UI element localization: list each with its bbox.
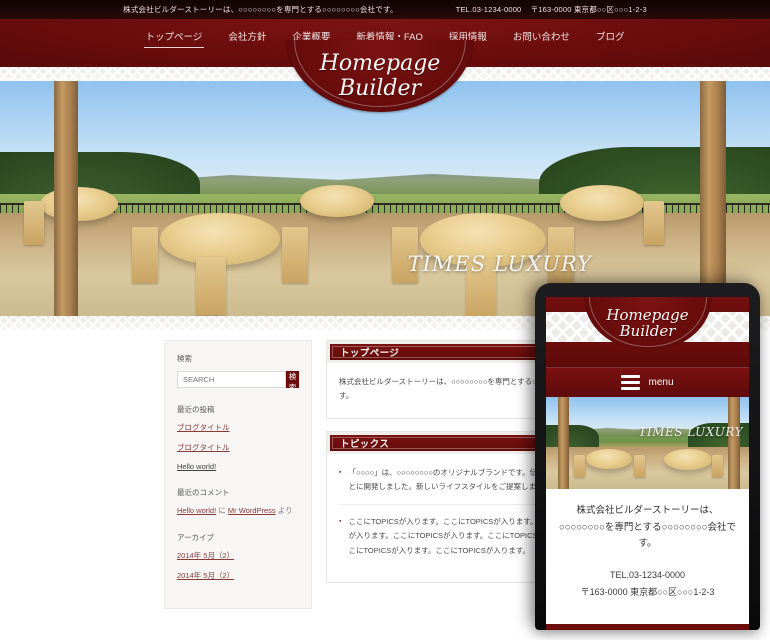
nav-item-blog[interactable]: ブログ (594, 27, 627, 47)
hero-chair (644, 201, 664, 245)
mobile-body: 株式会社ビルダーストーリーは、○○○○○○○○を専門とする○○○○○○○○会社で… (546, 489, 749, 610)
mobile-logo-line-2: Builder (619, 322, 676, 340)
nav-item-toppage[interactable]: トップページ (143, 27, 205, 48)
hero-wooden-post (54, 81, 78, 316)
search-widget: 検索 (177, 371, 299, 392)
list-item[interactable]: ブログタイトル (177, 422, 299, 433)
hero-chair (282, 227, 308, 283)
hero-caption: TIMES LUXURY (407, 252, 592, 276)
sidebar-recent-posts-heading: 最近の投稿 (177, 405, 215, 414)
hamburger-bar (621, 381, 641, 384)
mobile-menu-bar[interactable]: menu (546, 367, 749, 397)
hero-chair (132, 227, 158, 283)
hero-banquet-table (560, 185, 644, 221)
mobile-telephone-number: TEL.03-1234-0000 (609, 569, 686, 580)
hero-wooden-post (700, 81, 726, 316)
mobile-logo-line-1: Homepage (606, 306, 689, 325)
hero-banquet-table (300, 185, 374, 217)
mobile-hero-post (728, 397, 740, 489)
mobile-lead-text: 株式会社ビルダーストーリーは、○○○○○○○○を専門とする○○○○○○○○会社で… (558, 505, 737, 550)
top-info-bar: 株式会社ビルダーストーリーは、○○○○○○○○を専門とする○○○○○○○○会社で… (0, 0, 770, 19)
mobile-hero-chair (634, 455, 645, 477)
hamburger-menu-icon[interactable] (621, 375, 641, 390)
hamburger-bar (621, 387, 641, 390)
nav-item-policy[interactable]: 会社方針 (226, 27, 268, 47)
logo-line-2: Builder (338, 75, 422, 101)
mobile-footer-strip (546, 624, 749, 630)
search-input[interactable] (177, 371, 286, 388)
topbar-contact: TEL.03-1234-0000 〒163-0000 東京都○○区○○○1-2-… (456, 4, 647, 15)
mobile-device-mockup: Homepage Builder menu TIMES LUXURY 株式会社ビ… (535, 283, 760, 630)
comment-suffix: より (277, 506, 293, 515)
mobile-screen: Homepage Builder menu TIMES LUXURY 株式会社ビ… (546, 297, 749, 630)
bullet-icon: ▪ (339, 518, 342, 525)
hero-banquet-table (40, 187, 118, 221)
hamburger-bar (621, 375, 641, 378)
list-item[interactable]: ブログタイトル (177, 442, 299, 453)
list-item[interactable]: 2014年 5月（2） (177, 550, 299, 561)
mobile-hero-chair (712, 455, 723, 477)
mobile-hero-caption: TIMES LUXURY (638, 425, 743, 439)
mobile-site-logo[interactable]: Homepage Builder (583, 297, 712, 351)
comment-joiner: に (218, 506, 226, 515)
mobile-hero-table (664, 449, 712, 470)
comment-post-link[interactable]: Hello world! (177, 506, 216, 515)
sidebar-search-heading: 検索 (177, 354, 192, 363)
sidebar: 検索 検索 最近の投稿 ブログタイトル ブログタイトル Hello world!… (164, 340, 312, 609)
mobile-hero-post (558, 397, 569, 489)
hero-chair (196, 257, 226, 315)
nav-item-contact[interactable]: お問い合わせ (511, 27, 572, 47)
recent-comment-item: Hello world! に Mr WordPress より (177, 505, 299, 516)
mobile-hero-table (586, 449, 632, 469)
mobile-hero-chair (574, 455, 585, 477)
page-title: トップページ (340, 348, 400, 359)
hero-chair (24, 201, 44, 245)
company-tagline: 株式会社ビルダーストーリーは、○○○○○○○○を専門とする○○○○○○○○会社で… (123, 5, 398, 14)
list-item[interactable]: Hello world! (177, 462, 299, 471)
postal-address: 〒163-0000 東京都○○区○○○1-2-3 (530, 5, 647, 14)
list-item[interactable]: 2014年 5月（2） (177, 570, 299, 581)
telephone-number: TEL.03-1234-0000 (455, 5, 522, 14)
mobile-menu-label: menu (648, 377, 674, 388)
hero-image: TIMES LUXURY (0, 81, 770, 316)
logo-line-1: Homepage (319, 51, 441, 77)
sidebar-recent-comments-heading: 最近のコメント (177, 488, 230, 497)
page-root: 株式会社ビルダーストーリーは、○○○○○○○○を専門とする○○○○○○○○会社で… (0, 0, 770, 640)
search-button[interactable]: 検索 (286, 371, 299, 392)
sidebar-archive-heading: アーカイブ (177, 533, 215, 542)
mobile-contact-block: TEL.03-1234-0000 〒163-0000 東京都○○区○○○1-2-… (556, 567, 739, 600)
mobile-postal-address: 〒163-0000 東京都○○区○○○1-2-3 (580, 586, 715, 597)
bullet-icon: ▪ (339, 468, 342, 476)
topics-title: トピックス (340, 438, 390, 450)
mobile-logo-band: Homepage Builder (546, 297, 749, 367)
mobile-hero-image: TIMES LUXURY (546, 397, 749, 489)
comment-author-link[interactable]: Mr WordPress (228, 506, 276, 515)
